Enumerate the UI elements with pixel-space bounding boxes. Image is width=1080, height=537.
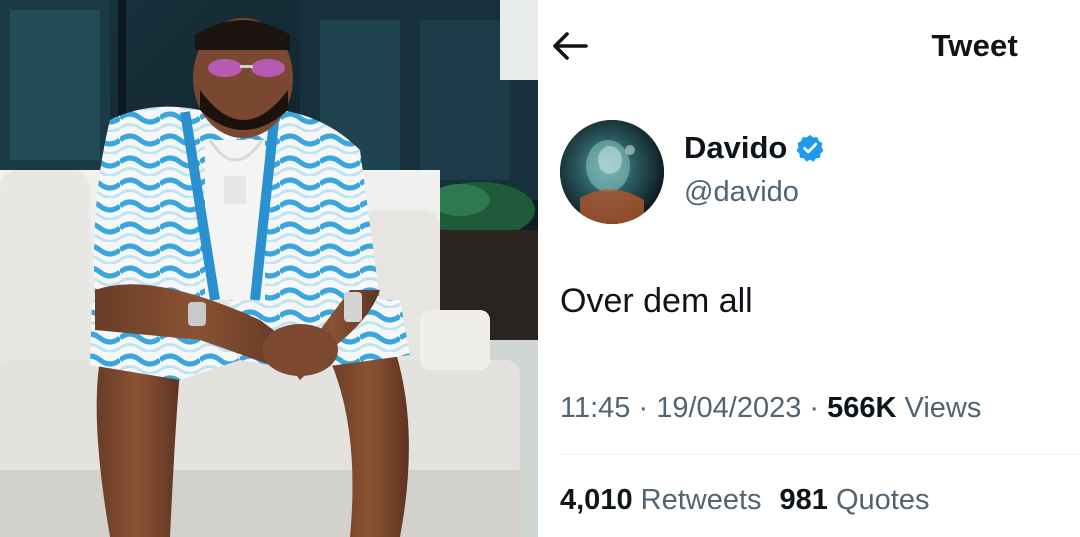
quotes-label: Quotes (835, 484, 930, 516)
retweets-label: Retweets (640, 484, 762, 516)
divider-line (560, 454, 1080, 455)
avatar[interactable] (560, 120, 664, 224)
tweet-panel: Tweet Davido @davido Over dem all 11:45 … (542, 0, 1080, 537)
user-handle[interactable]: @davido (684, 176, 799, 209)
page-title: Tweet (931, 28, 1018, 63)
tweet-meta: 11:45 · 19/04/2023 · 566K Views (560, 392, 981, 425)
retweets-count: 4,010 (560, 484, 633, 516)
display-name: Davido (684, 130, 788, 165)
photo-panel (0, 0, 538, 537)
avatar-image (560, 120, 664, 224)
author-header: Davido @davido (560, 120, 1060, 226)
quotes-stat[interactable]: 981 Quotes (780, 484, 930, 517)
verified-badge-icon (796, 134, 824, 162)
engagement-stats: 4,010 Retweets 981 Quotes (560, 484, 929, 517)
portrait-photo (0, 0, 538, 537)
top-bar: Tweet (542, 0, 1080, 96)
views-count: 566K (827, 392, 897, 424)
display-name-row[interactable]: Davido (684, 130, 825, 166)
views-label: Views (904, 392, 982, 424)
tweet-date[interactable]: 19/04/2023 (656, 392, 801, 424)
tweet-time[interactable]: 11:45 (560, 392, 630, 424)
back-button[interactable] (548, 26, 592, 66)
meta-separator: · (630, 392, 657, 424)
quotes-count: 981 (779, 484, 828, 516)
composite-image: Tweet Davido @davido Over dem all 11:45 … (0, 0, 1080, 537)
retweets-stat[interactable]: 4,010 Retweets (560, 484, 762, 517)
meta-separator: · (801, 392, 828, 424)
tweet-text: Over dem all (560, 282, 753, 320)
arrow-left-icon (553, 32, 588, 60)
